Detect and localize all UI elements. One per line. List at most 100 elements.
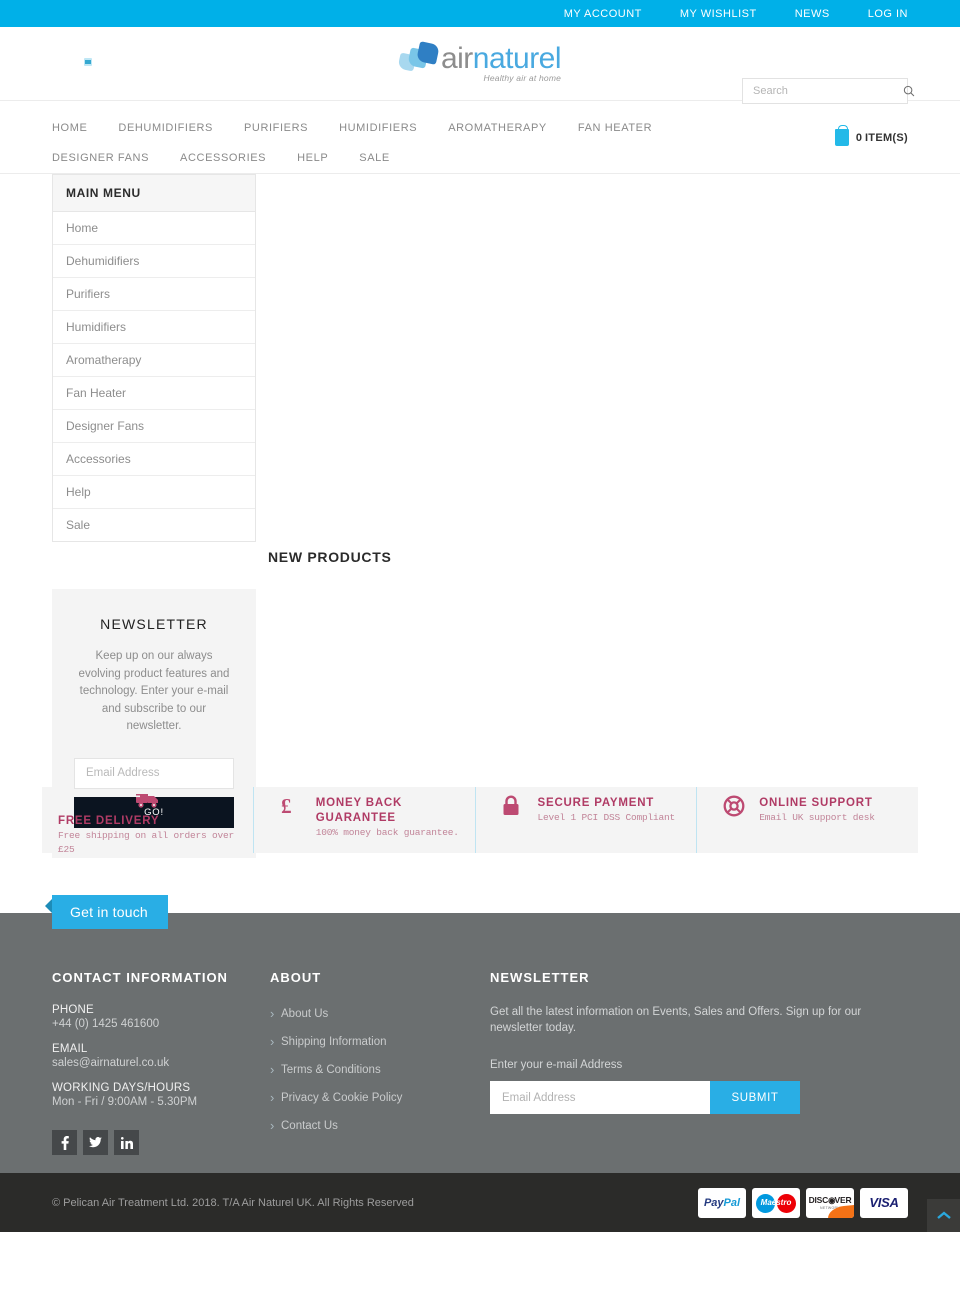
new-products-grid <box>268 565 908 787</box>
service-subtitle: Level 1 PCI DSS Compliant <box>537 812 676 823</box>
search-input[interactable] <box>743 85 903 97</box>
footer-phone-value: +44 (0) 1425 461600 <box>52 1018 160 1030</box>
sidebar-item-aromatherapy[interactable]: Aromatherapy <box>53 344 255 377</box>
search-submit-button[interactable] <box>903 79 915 103</box>
footer-bottom-bar: © Pelican Air Treatment Ltd. 2018. T/A A… <box>0 1173 960 1232</box>
service-title: MONEY BACK GUARANTEE <box>315 797 403 824</box>
nav-item-fan-heater[interactable]: FAN HEATER <box>578 113 652 143</box>
service-money-back-guarantee: £ MONEY BACK GUARANTEE 100% money back g… <box>252 787 475 853</box>
broken-image-placeholder-icon <box>84 58 92 66</box>
content-column: NEW PRODUCTS <box>268 174 908 787</box>
footer-email-value[interactable]: sales@airnaturel.co.uk <box>52 1057 270 1069</box>
service-subtitle: Free shipping on all orders over £25 <box>58 830 235 855</box>
nav-item-home[interactable]: HOME <box>52 113 87 143</box>
footer-link-about-us[interactable]: About Us <box>270 1006 328 1021</box>
sidebar-menu-title: MAIN MENU <box>52 174 256 212</box>
footer-link-shipping-information[interactable]: Shipping Information <box>270 1034 386 1049</box>
lock-icon <box>502 787 528 821</box>
payment-methods: PayPal Maestro DISC◉VER NETWORK VISA <box>692 1187 908 1218</box>
service-features-bar: FREE DELIVERY Free shipping on all order… <box>42 787 918 855</box>
nav-item-help[interactable]: HELP <box>297 143 328 173</box>
logo-word-air: air <box>440 42 473 75</box>
nav-item-designer-fans[interactable]: DESIGNER FANS <box>52 143 149 173</box>
top-link-news[interactable]: NEWS <box>795 8 830 20</box>
footer-link-contact-us[interactable]: Contact Us <box>270 1118 338 1133</box>
sidebar-item-home[interactable]: Home <box>53 212 255 245</box>
service-secure-payment: SECURE PAYMENT Level 1 PCI DSS Compliant <box>474 787 697 853</box>
paypal-card-icon: PayPal <box>698 1187 746 1218</box>
service-subtitle: 100% money back guarantee. <box>315 827 459 838</box>
pound-sterling-icon: £ <box>280 787 306 822</box>
sidebar-item-sale[interactable]: Sale <box>53 509 255 541</box>
maestro-card-icon: Maestro <box>752 1187 800 1218</box>
sidebar-newsletter-email-input[interactable] <box>74 757 234 789</box>
facebook-icon[interactable] <box>52 1130 77 1155</box>
search-icon <box>903 85 915 97</box>
site-footer: Get in touch CONTACT INFORMATION PHONE +… <box>0 895 960 1173</box>
sidebar-item-purifiers[interactable]: Purifiers <box>53 278 255 311</box>
nav-item-dehumidifiers[interactable]: DEHUMIDIFIERS <box>118 113 213 143</box>
delivery-truck-icon <box>135 787 162 814</box>
sidebar: MAIN MENU Home Dehumidifiers Purifiers H… <box>52 174 256 858</box>
copyright-text: © Pelican Air Treatment Ltd. 2018. T/A A… <box>52 1196 414 1209</box>
shopping-bag-icon <box>834 125 849 146</box>
service-title: ONLINE SUPPORT <box>759 797 873 809</box>
footer-social-links <box>52 1130 270 1155</box>
lifebuoy-icon <box>723 787 749 822</box>
nav-item-aromatherapy[interactable]: AROMATHERAPY <box>448 113 547 143</box>
footer-link-privacy-cookie-policy[interactable]: Privacy & Cookie Policy <box>270 1090 402 1105</box>
scroll-to-top-button[interactable] <box>927 1199 960 1232</box>
footer-link-terms-conditions[interactable]: Terms & Conditions <box>270 1062 381 1077</box>
get-in-touch-tab[interactable]: Get in touch <box>45 895 168 929</box>
sidebar-newsletter-text: Keep up on our always evolving product f… <box>78 650 230 732</box>
sidebar-item-humidifiers[interactable]: Humidifiers <box>53 311 255 344</box>
new-products-heading: NEW PRODUCTS <box>268 549 392 565</box>
logo-leaf-mark-icon <box>397 41 440 76</box>
sidebar-item-dehumidifiers[interactable]: Dehumidifiers <box>53 245 255 278</box>
main-content-area: MAIN MENU Home Dehumidifiers Purifiers H… <box>0 174 960 858</box>
nav-item-purifiers[interactable]: PURIFIERS <box>244 113 308 143</box>
footer-newsletter-column: NEWSLETTER Get all the latest informatio… <box>490 970 908 1155</box>
site-logo[interactable]: air naturel Healthy air at home <box>397 41 562 83</box>
sidebar-item-help[interactable]: Help <box>53 476 255 509</box>
footer-newsletter-sub-label: Enter your e-mail Address <box>490 1059 623 1071</box>
sidebar-menu-list: Home Dehumidifiers Purifiers Humidifiers… <box>52 212 256 542</box>
nav-item-sale[interactable]: SALE <box>359 143 390 173</box>
service-free-delivery: FREE DELIVERY Free shipping on all order… <box>42 787 253 855</box>
footer-email-label: EMAIL <box>52 1043 88 1055</box>
main-navigation-bar: HOME DEHUMIDIFIERS PURIFIERS HUMIDIFIERS… <box>0 101 960 174</box>
service-title: SECURE PAYMENT <box>537 797 655 809</box>
footer-hours-value: Mon - Fri / 9:00AM - 5.30PM <box>52 1096 198 1108</box>
sidebar-newsletter-title: NEWSLETTER <box>100 616 208 632</box>
cart-item-label: ITEM(S) <box>864 131 908 144</box>
footer-about-links: About Us Shipping Information Terms & Co… <box>270 1004 490 1134</box>
cart-item-count: 0 <box>855 131 862 144</box>
top-link-my-account[interactable]: MY ACCOUNT <box>564 8 642 20</box>
linkedin-icon[interactable] <box>114 1130 139 1155</box>
top-utility-bar: MY ACCOUNT MY WISHLIST NEWS LOG IN <box>0 0 960 27</box>
top-link-my-wishlist[interactable]: MY WISHLIST <box>680 8 757 20</box>
sidebar-item-designer-fans[interactable]: Designer Fans <box>53 410 255 443</box>
nav-item-accessories[interactable]: ACCESSORIES <box>180 143 266 173</box>
footer-phone-label: PHONE <box>52 1004 94 1016</box>
footer-newsletter-email-input[interactable] <box>490 1081 710 1114</box>
footer-newsletter-description: Get all the latest information on Events… <box>490 1006 862 1034</box>
nav-item-humidifiers[interactable]: HUMIDIFIERS <box>339 113 417 143</box>
main-nav-list: HOME DEHUMIDIFIERS PURIFIERS HUMIDIFIERS… <box>52 101 792 173</box>
sidebar-item-accessories[interactable]: Accessories <box>53 443 255 476</box>
footer-contact-column: CONTACT INFORMATION PHONE +44 (0) 1425 4… <box>52 970 270 1155</box>
service-title: FREE DELIVERY <box>58 815 160 827</box>
footer-about-title: ABOUT <box>270 970 322 985</box>
logo-tagline: Healthy air at home <box>483 73 562 83</box>
cart-summary[interactable]: 0 ITEM(S) <box>834 125 908 146</box>
top-link-log-in[interactable]: LOG IN <box>868 8 908 20</box>
footer-newsletter-title: NEWSLETTER <box>490 970 590 985</box>
site-header: air naturel Healthy air at home <box>0 27 960 104</box>
service-online-support: ONLINE SUPPORT Email UK support desk <box>696 787 918 853</box>
svg-text:£: £ <box>281 795 292 817</box>
footer-contact-title: CONTACT INFORMATION <box>52 970 228 985</box>
logo-word-naturel: naturel <box>472 42 562 75</box>
footer-newsletter-submit-button[interactable]: SUBMIT <box>710 1081 800 1114</box>
sidebar-item-fan-heater[interactable]: Fan Heater <box>53 377 255 410</box>
twitter-icon[interactable] <box>83 1130 108 1155</box>
